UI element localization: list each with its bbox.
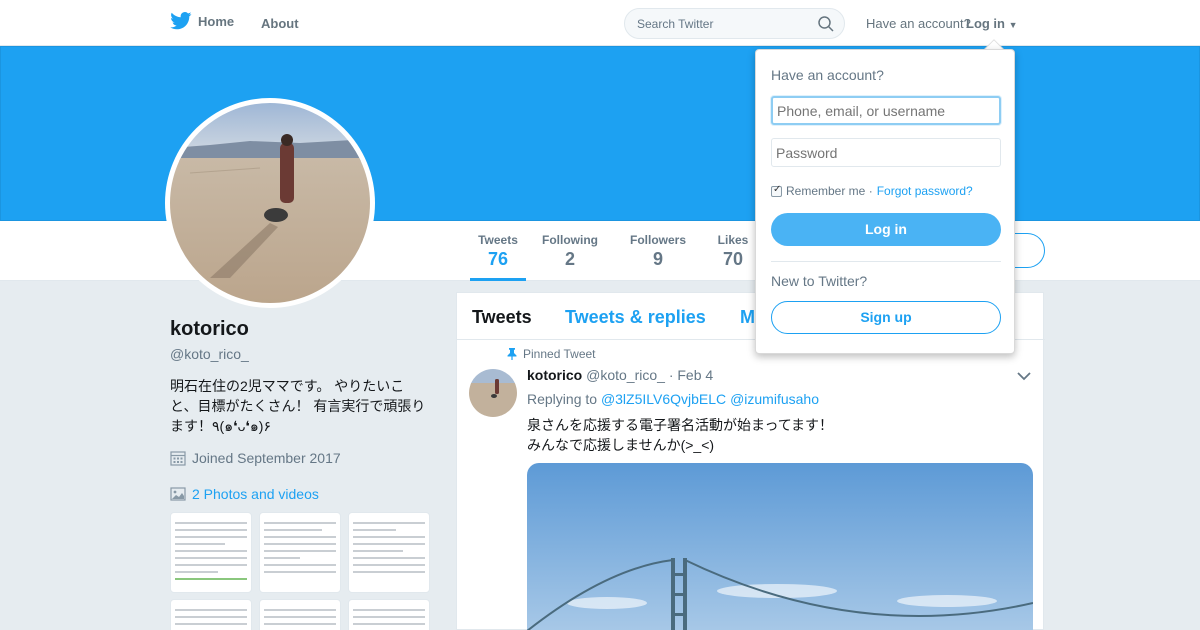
stat-followers-label: Followers (629, 233, 686, 247)
photos-link-label: 2 Photos and videos (192, 486, 319, 502)
search-icon[interactable] (818, 16, 834, 32)
stat-followers[interactable]: Followers 9 (629, 233, 687, 270)
profile-avatar[interactable] (165, 98, 375, 308)
caret-down-icon: ▼ (1008, 20, 1018, 30)
photo-thumbnail[interactable] (259, 512, 341, 593)
profile-joined: Joined September 2017 (170, 450, 341, 466)
search-input[interactable]: Search Twitter (624, 8, 845, 39)
stat-tweets-count: 76 (487, 249, 509, 269)
login-link-label: Log in (966, 16, 1005, 31)
stat-following-count: 2 (564, 249, 575, 269)
username-field[interactable] (771, 96, 1001, 125)
stat-likes-label: Likes (717, 233, 749, 247)
photo-thumbnail[interactable] (170, 512, 252, 593)
reply-mention-link[interactable]: @3lZ5ILV6QvjbELC (601, 391, 726, 407)
bio-line: 明石在住の2児ママです。 やりたいこ (170, 378, 405, 394)
pinned-tweet-label: Pinned Tweet (507, 347, 596, 361)
nav-home-link[interactable]: Home (170, 12, 234, 30)
bridge-photo (527, 463, 1033, 630)
bio-line: と、目標がたくさん！ 有言実行で頑張り (170, 398, 426, 414)
forgot-password-link[interactable]: Forgot password? (877, 184, 973, 198)
tweet-author-avatar[interactable] (469, 369, 517, 417)
photo-thumbnail[interactable] (348, 599, 430, 630)
login-dropdown: Have an account? Remember me · Forgot pa… (755, 49, 1015, 354)
tab-media[interactable]: M (740, 307, 755, 328)
tweet-author-name[interactable]: kotorico (527, 367, 582, 383)
replying-prefix: Replying to (527, 391, 598, 407)
calendar-icon (170, 451, 186, 466)
pin-icon (507, 348, 517, 360)
stat-likes-count: 70 (722, 249, 744, 269)
twitter-bird-icon (170, 12, 192, 30)
tweet-text-line: 泉さんを応援する電子署名活動が始まってます！ (527, 417, 834, 433)
stat-tweets-label: Tweets (478, 233, 518, 247)
photo-thumbnail[interactable] (259, 599, 341, 630)
dropdown-divider (771, 261, 1001, 262)
profile-name[interactable]: kotorico (170, 318, 249, 341)
remember-me-row: Remember me · Forgot password? (771, 184, 973, 198)
photo-thumbnail[interactable] (348, 512, 430, 593)
remember-me-label[interactable]: Remember me · (786, 184, 873, 198)
dropdown-title: Have an account? (771, 67, 884, 83)
photos-and-videos-link[interactable]: 2 Photos and videos (170, 486, 319, 502)
stat-following[interactable]: Following 2 (541, 233, 599, 270)
login-button[interactable]: Log in (771, 213, 1001, 246)
password-field[interactable] (771, 138, 1001, 167)
search-placeholder: Search Twitter (637, 17, 714, 31)
stat-following-label: Following (542, 233, 598, 247)
signup-button[interactable]: Sign up (771, 301, 1001, 334)
tweet-header: kotorico @koto_rico_ · Feb 4 (527, 367, 713, 383)
remember-me-checkbox[interactable] (771, 184, 782, 197)
tweet-author-handle[interactable]: @koto_rico_ (586, 367, 665, 383)
profile-handle[interactable]: @koto_rico_ (170, 346, 249, 362)
tweet-text: 泉さんを応援する電子署名活動が始まってます！ みんなで応援しませんか(>_<) (527, 415, 833, 455)
tweet-media-image[interactable] (527, 463, 1033, 630)
nav-home-label: Home (198, 13, 235, 29)
tweet-date[interactable]: · Feb 4 (669, 367, 713, 383)
reply-mention-link[interactable]: @izumifusaho (730, 391, 819, 407)
tweet-avatar-photo (469, 369, 517, 417)
stat-tweets[interactable]: Tweets 76 (470, 233, 526, 281)
image-icon (170, 487, 186, 501)
new-to-twitter-text: New to Twitter? (771, 273, 868, 289)
profile-bio: 明石在住の2児ママです。 やりたいこ と、目標がたくさん！ 有言実行で頑張り ま… (170, 376, 432, 436)
login-dropdown-toggle[interactable]: Log in ▼ (966, 16, 1018, 31)
joined-text: Joined September 2017 (192, 450, 341, 466)
bio-line: ます！٩(๑❛ᴗ❛๑)۶ (170, 418, 271, 434)
stat-followers-count: 9 (652, 249, 663, 269)
stat-likes[interactable]: Likes 70 (716, 233, 750, 270)
top-nav-bar: Home About Search Twitter Have an accoun… (0, 0, 1200, 46)
have-account-text: Have an account? (866, 16, 971, 31)
tab-tweets[interactable]: Tweets (472, 307, 532, 328)
tweet-text-line: みんなで応援しませんか(>_<) (527, 437, 715, 453)
chevron-down-icon[interactable] (1017, 371, 1031, 381)
tab-tweets-and-replies[interactable]: Tweets & replies (565, 307, 706, 328)
nav-about-link[interactable]: About (261, 16, 299, 31)
avatar-photo (170, 103, 370, 303)
tweet-replying-to: Replying to @3lZ5ILV6QvjbELC @izumifusah… (527, 391, 819, 407)
pinned-text: Pinned Tweet (523, 347, 596, 361)
photo-thumbnail[interactable] (170, 599, 252, 630)
